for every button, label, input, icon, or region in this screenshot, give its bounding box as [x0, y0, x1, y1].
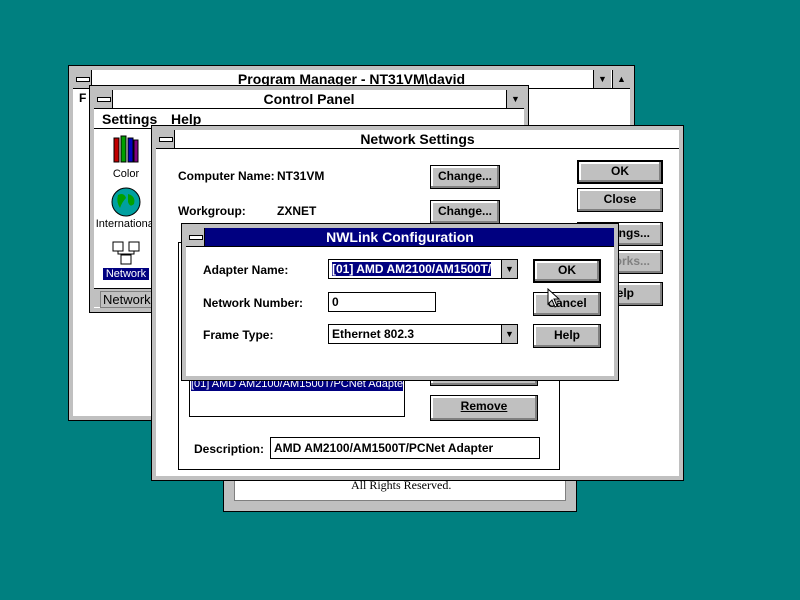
network-number-input[interactable]: 0	[328, 292, 436, 312]
control-panel-system-menu-icon[interactable]	[94, 90, 113, 108]
frame-type-combo[interactable]: Ethernet 802.3 ▼	[328, 324, 518, 344]
frame-type-value: Ethernet 802.3	[332, 327, 415, 341]
minimize-arrow-icon[interactable]: ▼	[593, 70, 611, 88]
nwlink-help-label: Help	[553, 328, 580, 342]
network-settings-system-menu-icon[interactable]	[156, 130, 175, 148]
networks-button-label: orks...	[614, 254, 650, 268]
status-text: Network	[100, 291, 156, 308]
maximize-arrow-icon[interactable]: ▲	[612, 70, 630, 88]
nwlink-ok-button[interactable]: OK	[533, 259, 601, 283]
nwlink-title: NWLink Configuration	[326, 229, 474, 245]
mouse-cursor-icon	[547, 287, 561, 308]
nwlink-titlebar[interactable]: NWLink Configuration	[186, 228, 614, 247]
frame-type-dropdown-arrow-icon[interactable]: ▼	[501, 325, 517, 343]
menu-settings[interactable]: Settings	[102, 111, 157, 127]
about-copyright-text: All Rights Reserved.	[351, 478, 452, 492]
control-panel-title: Control Panel	[263, 91, 355, 107]
network-ok-button[interactable]: OK	[577, 160, 663, 184]
adapter-name-value: [01] AMD AM2100/AM1500T/	[332, 262, 492, 276]
program-manager-menu-file[interactable]: F	[79, 91, 86, 105]
menu-help[interactable]: Help	[171, 111, 201, 127]
adapter-name-dropdown-arrow-icon[interactable]: ▼	[501, 260, 517, 278]
adapter-name-combo[interactable]: [01] AMD AM2100/AM1500T/ ▼	[328, 259, 518, 279]
globe-icon[interactable]	[110, 186, 142, 218]
control-panel-minimize-icon[interactable]: ▼	[506, 90, 524, 108]
network-close-button[interactable]: Close	[577, 188, 663, 212]
change-workgroup-label: Change...	[437, 204, 492, 218]
remove-label: Remove	[460, 399, 508, 413]
computer-name-value: NT31VM	[277, 169, 325, 183]
network-close-label: Close	[603, 192, 637, 206]
icon-label-color: Color	[112, 168, 140, 180]
network-settings-button-label: ngs...	[618, 226, 650, 240]
frame-type-label: Frame Type:	[203, 328, 274, 342]
menu-settings-label: Settings	[102, 111, 158, 127]
adapter-list[interactable]: [01] AMD AM2100/AM1500T/PCNet Adapter	[189, 374, 405, 417]
network-help-label: elp	[616, 286, 634, 300]
nwlink-cancel-button[interactable]: Cancel	[533, 292, 601, 316]
computer-name-label: Computer Name:	[178, 169, 275, 183]
change-workgroup-button[interactable]: Change...	[430, 200, 500, 224]
adapter-name-label-text: Adapter Name:	[203, 263, 289, 277]
network-ok-label: OK	[611, 164, 629, 178]
network-icon[interactable]	[110, 238, 142, 268]
remove-button[interactable]: Remove	[430, 395, 538, 421]
network-settings-titlebar[interactable]: Network Settings	[156, 130, 679, 149]
color-palette-icon[interactable]	[112, 134, 140, 164]
workgroup-label: Workgroup:	[178, 204, 246, 218]
network-number-label: Network Number:	[203, 296, 304, 310]
menu-help-label: Help	[171, 111, 202, 127]
description-field[interactable]: AMD AM2100/AM1500T/PCNet Adapter	[270, 437, 540, 459]
icon-label-international: International	[95, 218, 157, 230]
program-manager-title: Program Manager - NT31VM\david	[237, 71, 466, 87]
nwlink-help-button[interactable]: Help	[533, 324, 601, 348]
workgroup-value: ZXNET	[277, 204, 317, 218]
change-computer-name-button[interactable]: Change...	[430, 165, 500, 189]
network-settings-title: Network Settings	[360, 131, 475, 147]
nwlink-ok-label: OK	[558, 263, 576, 277]
nwlink-system-menu-icon[interactable]	[186, 228, 205, 246]
description-label: Description:	[194, 442, 265, 456]
icon-label-network: Network	[103, 268, 149, 280]
change-computer-name-label: Change...	[437, 169, 492, 183]
control-panel-titlebar[interactable]: Control Panel ▼	[94, 90, 524, 109]
adapter-name-label: Adapter Name:	[203, 263, 288, 277]
